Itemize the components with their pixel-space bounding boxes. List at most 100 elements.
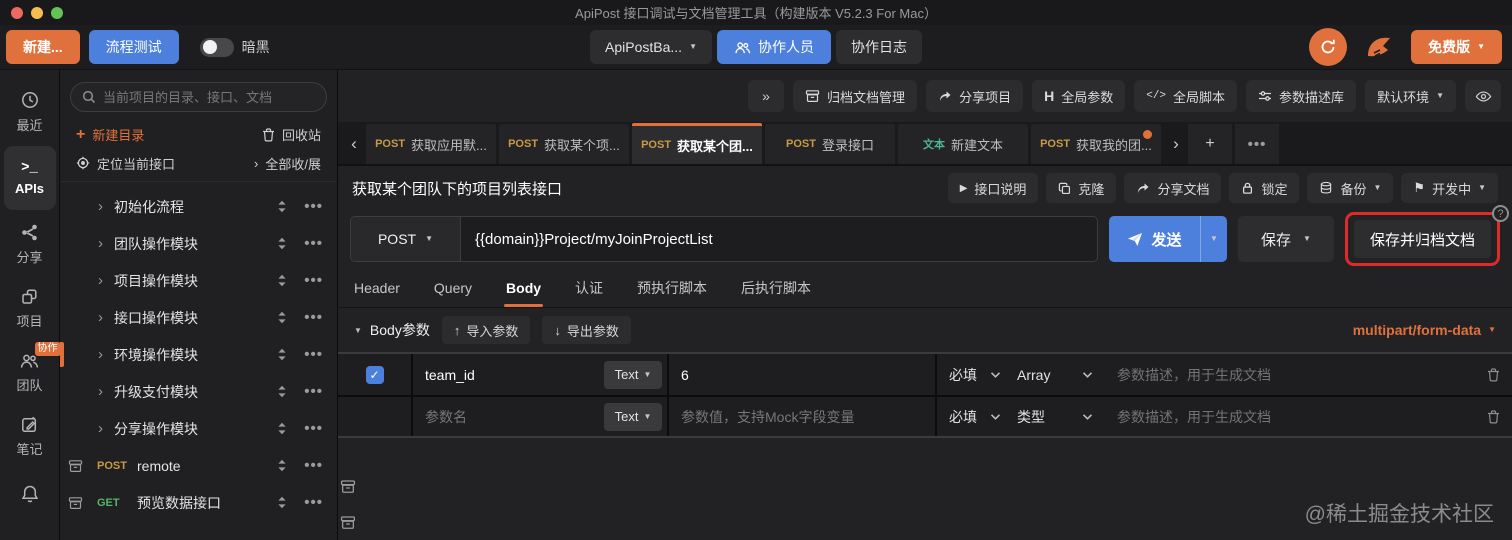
toggle-switch-icon[interactable] [199,37,234,57]
tree-folder[interactable]: › 项目操作模块 ••• [60,262,337,299]
more-icon[interactable]: ••• [304,457,323,474]
collaborators-button[interactable]: 协作人员 [716,30,831,64]
import-params-button[interactable]: ↑ 导入参数 [441,316,531,344]
share-doc-button[interactable]: 分享文档 [1124,173,1222,203]
tab-options-button[interactable]: ••• [1235,124,1279,164]
new-tab-button[interactable]: + [1188,124,1232,164]
request-tab[interactable]: POST 获取某个项... [499,124,629,164]
global-script-button[interactable]: </> 全局脚本 [1134,80,1238,112]
param-checkbox-checked[interactable]: ✓ [365,365,384,384]
send-options-button[interactable]: ▼ [1199,216,1227,262]
param-name-input[interactable] [425,366,598,383]
content-type-dropdown[interactable]: multipart/form-data ▼ [1353,322,1496,338]
request-tab-active[interactable]: POST 获取某个团... [632,123,762,164]
free-version-button[interactable]: 免费版 ▼ [1411,30,1502,64]
status-dropdown[interactable]: ⚑ 开发中 ▼ [1401,173,1498,203]
tree-folder[interactable]: › 初始化流程 ••• [60,188,337,225]
workspace-dropdown[interactable]: ApiPostBa... ▼ [590,30,712,64]
more-icon[interactable]: ••• [304,346,323,363]
tree-folder[interactable]: › 分享操作模块 ••• [60,410,337,447]
sidebar-item-apis[interactable]: >_ APIs [3,146,56,210]
tree-folder[interactable]: › 接口操作模块 ••• [60,299,337,336]
param-name-input[interactable] [425,408,598,425]
tab-query[interactable]: Query [434,268,472,307]
collapse-expand-all-button[interactable]: › 全部收/展 [254,154,321,173]
sidebar-item-team[interactable]: 协作 团队 [4,342,61,402]
param-value-input[interactable] [681,408,923,425]
delete-row-trash-icon[interactable] [1487,367,1500,382]
sort-icon[interactable] [277,422,287,435]
tab-body[interactable]: Body [504,268,544,307]
save-and-archive-button[interactable]: 保存并归档文档 [1353,220,1491,258]
clone-button[interactable]: 克隆 [1046,173,1117,203]
api-tree-item[interactable]: POST remote ••• [60,447,337,484]
dark-mode-toggle[interactable]: 暗黑 [199,37,270,57]
sort-icon[interactable] [277,385,287,398]
new-button[interactable]: 新建... [6,30,80,64]
more-icon[interactable]: ••• [304,272,323,289]
sidebar-item-recent[interactable]: 最近 [4,82,56,142]
tab-header[interactable]: Header [354,268,400,307]
environment-dropdown[interactable]: 默认环境 ▼ [1365,80,1456,112]
locate-current-api-button[interactable]: 定位当前接口 [76,154,175,173]
sort-icon[interactable] [277,459,287,472]
request-tab-unsaved[interactable]: POST 获取我的团... [1031,124,1161,164]
delete-row-trash-icon[interactable] [1487,409,1500,424]
save-button[interactable]: 保存 ▼ [1237,216,1334,262]
sort-icon[interactable] [277,496,287,509]
sidebar-item-project[interactable]: 项目 [4,278,56,338]
param-type-dropdown[interactable]: Text ▼ [604,360,662,389]
more-icon[interactable]: ••• [304,309,323,326]
collab-log-button[interactable]: 协作日志 [835,30,922,64]
sort-icon[interactable] [277,200,287,213]
flow-test-button[interactable]: 流程测试 [88,30,179,64]
request-tab[interactable]: POST 获取应用默... [366,124,496,164]
send-button[interactable]: 发送 ▼ [1108,216,1227,262]
tab-pre-script[interactable]: 预执行脚本 [637,268,707,307]
request-tab[interactable]: 文本 新建文本 [898,124,1028,164]
export-params-button[interactable]: ↓ 导出参数 [542,316,631,344]
notifications-bell-icon[interactable] [20,484,40,506]
more-icon[interactable]: ••• [304,235,323,252]
lock-button[interactable]: 锁定 [1229,173,1300,203]
search-input[interactable] [103,89,315,105]
new-directory-button[interactable]: + 新建目录 [76,125,144,144]
tab-post-script[interactable]: 后执行脚本 [741,268,811,307]
backup-dropdown[interactable]: 备份 ▼ [1307,173,1394,203]
param-type-dropdown[interactable]: Text ▼ [604,402,662,431]
method-dropdown[interactable]: POST ▼ [351,217,461,261]
tree-folder[interactable]: › 升级支付模块 ••• [60,373,337,410]
param-desc-input[interactable] [1117,408,1477,425]
tabs-scroll-right-button[interactable]: › [1164,124,1188,164]
more-icon[interactable]: ••• [304,420,323,437]
url-input[interactable] [461,217,1097,261]
body-params-collapse[interactable]: ▼ Body参数 [354,320,430,340]
more-icon[interactable]: ••• [304,198,323,215]
api-tree-item[interactable]: GET 预览数据接口 ••• [60,484,337,521]
param-desc-lib-button[interactable]: 参数描述库 [1246,80,1357,112]
tabs-scroll-left-button[interactable]: ‹ [342,124,366,164]
api-doc-button[interactable]: ▶ 接口说明 [947,173,1039,203]
global-params-button[interactable]: H 全局参数 [1032,80,1126,112]
share-project-button[interactable]: 分享项目 [926,80,1024,112]
data-type-dropdown[interactable]: Array [1017,367,1069,383]
tree-folder[interactable]: › 团队操作模块 ••• [60,225,337,262]
param-value-input[interactable] [681,366,923,383]
sort-icon[interactable] [277,274,287,287]
sort-icon[interactable] [277,311,287,324]
sort-icon[interactable] [277,237,287,250]
overflow-chevrons-button[interactable]: » [748,80,785,112]
required-dropdown[interactable]: 必填 [949,365,977,385]
recycle-bin-button[interactable]: 回收站 [262,125,321,144]
sync-button[interactable] [1309,28,1348,66]
more-icon[interactable]: ••• [304,494,323,511]
tree-folder[interactable]: › 环境操作模块 ••• [60,336,337,373]
sidebar-search[interactable] [70,82,327,112]
sidebar-item-share[interactable]: 分享 [4,214,56,274]
sidebar-item-notes[interactable]: 笔记 [4,406,56,466]
request-tab[interactable]: POST 登录接口 [765,124,895,164]
env-preview-button[interactable] [1465,80,1501,112]
param-desc-input[interactable] [1117,366,1477,383]
data-type-dropdown[interactable]: 类型 [1017,407,1069,427]
sort-icon[interactable] [277,348,287,361]
